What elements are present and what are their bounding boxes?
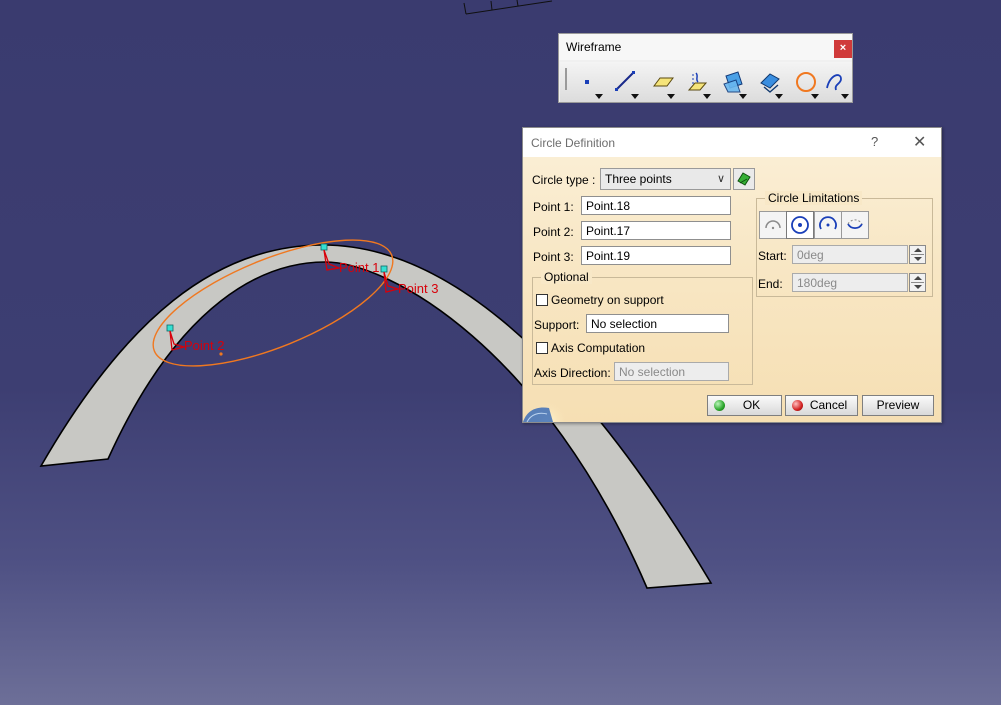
background-wireframe-grid (463, 0, 553, 15)
cancel-icon (792, 400, 803, 411)
offset-tool-dropdown-arrow[interactable] (775, 94, 783, 99)
wireframe-toolbar-title: Wireframe (566, 40, 622, 54)
offset-icon (760, 73, 780, 93)
dialog-close-button[interactable]: ✕ (913, 132, 926, 152)
circle-type-value: Three points (605, 172, 672, 186)
plane-tool-dropdown-arrow[interactable] (667, 94, 675, 99)
whole-circle-icon (791, 216, 809, 234)
help-button[interactable]: ? (871, 134, 878, 149)
start-label: Start: (758, 249, 787, 263)
circle-type-combo[interactable]: Three points ∨ (600, 168, 731, 190)
point-2-label: Point 2: (533, 225, 574, 239)
circle-center-dot (219, 352, 223, 356)
axis-direction-label: Axis Direction: (534, 366, 611, 380)
intersection-tool-dropdown-arrow[interactable] (739, 94, 747, 99)
ok-button[interactable]: OK (707, 395, 782, 416)
support-field[interactable]: No selection (586, 314, 729, 333)
support-label: Support: (534, 318, 580, 332)
complementary-arc-button[interactable] (841, 211, 869, 239)
complementary-arc-icon (847, 219, 863, 230)
geometry-on-support-label: Geometry on support (551, 293, 664, 307)
axis-computation-label: Axis Computation (551, 341, 646, 355)
intersection-tool-button[interactable] (714, 64, 750, 100)
point-1-label: Point 1 (339, 260, 379, 275)
spline-icon (826, 74, 842, 91)
projection-tool-button[interactable] (678, 64, 714, 100)
end-label: End: (758, 277, 783, 291)
end-spinner[interactable] (909, 273, 926, 292)
trimmed-arc-button[interactable] (814, 211, 842, 239)
line-tool-dropdown-arrow[interactable] (631, 94, 639, 99)
wireframe-toolbar-icons (560, 62, 852, 102)
toolbar-grip[interactable] (565, 68, 567, 90)
point-icon (585, 80, 589, 84)
dialog-titlebar[interactable]: Circle Definition ? ✕ (523, 128, 941, 157)
point-2-field[interactable]: Point.17 (581, 221, 731, 240)
circle-definition-dialog[interactable]: Circle Definition ? ✕ Circle type : Thre… (522, 127, 942, 423)
point-1-label: Point 1: (533, 200, 574, 214)
dialog-globe-icon (523, 396, 565, 422)
plane-icon (653, 77, 674, 87)
point-tool-button[interactable] (570, 64, 606, 100)
axis-computation-checkbox[interactable] (536, 342, 548, 354)
dialog-title: Circle Definition (531, 136, 616, 150)
start-spinner[interactable] (909, 245, 926, 264)
circle-icon (796, 72, 816, 92)
projection-icon (687, 72, 708, 91)
optional-group-title: Optional (541, 270, 592, 284)
point-3-label: Point 3: (533, 250, 574, 264)
point-2-label: Point 2 (184, 338, 224, 353)
circle-type-options-button[interactable] (733, 168, 755, 190)
end-field[interactable]: 180deg (792, 273, 908, 292)
plane-tool-button[interactable] (642, 64, 678, 100)
whole-circle-button[interactable] (786, 211, 814, 239)
wireframe-close-button[interactable]: × (834, 40, 852, 58)
line-icon (615, 71, 635, 91)
point-1-field[interactable]: Point.18 (581, 196, 731, 215)
wireframe-toolbar-titlebar[interactable]: Wireframe × (559, 34, 852, 60)
start-field[interactable]: 0deg (792, 245, 908, 264)
part-arc-icon (765, 220, 781, 230)
trimmed-arc-icon (819, 216, 837, 230)
geometry-on-support-checkbox[interactable] (536, 294, 548, 306)
circle-limitations-title: Circle Limitations (765, 191, 863, 205)
spline-tool-button[interactable] (816, 64, 852, 100)
part-arc-button[interactable] (759, 211, 787, 239)
preview-button[interactable]: Preview (862, 395, 934, 416)
chevron-down-icon: ∨ (716, 173, 725, 185)
point-3-field[interactable]: Point.19 (581, 246, 731, 265)
cancel-label: Cancel (809, 398, 848, 412)
intersection-icon (723, 71, 743, 93)
wireframe-toolbar[interactable]: Wireframe × (558, 33, 853, 103)
projection-tool-dropdown-arrow[interactable] (703, 94, 711, 99)
spline-tool-dropdown-arrow[interactable] (841, 94, 849, 99)
circle-type-options-icon (737, 172, 751, 186)
line-tool-button[interactable] (606, 64, 642, 100)
circle-type-label: Circle type : (532, 173, 596, 187)
point-3-label: Point 3 (398, 281, 438, 296)
cancel-button[interactable]: Cancel (785, 395, 858, 416)
offset-tool-button[interactable] (750, 64, 786, 100)
axis-direction-field[interactable]: No selection (614, 362, 729, 381)
ok-icon (714, 400, 725, 411)
point-tool-dropdown-arrow[interactable] (595, 94, 603, 99)
ok-label: OK (742, 398, 761, 412)
